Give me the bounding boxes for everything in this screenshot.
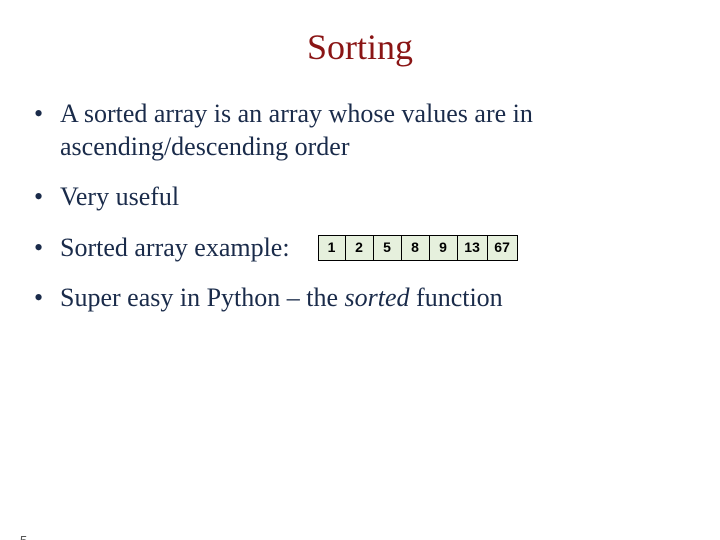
array-cell: 13 [458, 235, 488, 261]
bullet-item: Super easy in Python – the sorted functi… [34, 282, 680, 315]
bullet-text-post: function [410, 283, 503, 312]
sorted-keyword: sorted [345, 283, 410, 312]
example-row: Sorted array example: 1 2 5 8 9 13 67 [60, 232, 680, 265]
array-cell: 1 [318, 235, 346, 261]
bullet-item: Very useful [34, 181, 680, 214]
array-cell: 8 [402, 235, 430, 261]
page-number: 5 [20, 533, 27, 540]
array-cell: 9 [430, 235, 458, 261]
bullet-text: Very useful [60, 182, 179, 211]
array-cell: 2 [346, 235, 374, 261]
bullet-item: Sorted array example: 1 2 5 8 9 13 67 [34, 232, 680, 265]
bullet-list: A sorted array is an array whose values … [0, 98, 720, 315]
bullet-text: A sorted array is an array whose values … [60, 99, 533, 161]
bullet-text: Sorted array example: [60, 232, 290, 265]
array-cell: 5 [374, 235, 402, 261]
sorted-array: 1 2 5 8 9 13 67 [318, 235, 518, 261]
slide-title: Sorting [0, 26, 720, 68]
bullet-text-pre: Super easy in Python – the [60, 283, 345, 312]
array-cell: 67 [488, 235, 518, 261]
bullet-item: A sorted array is an array whose values … [34, 98, 680, 163]
slide: Sorting A sorted array is an array whose… [0, 26, 720, 540]
